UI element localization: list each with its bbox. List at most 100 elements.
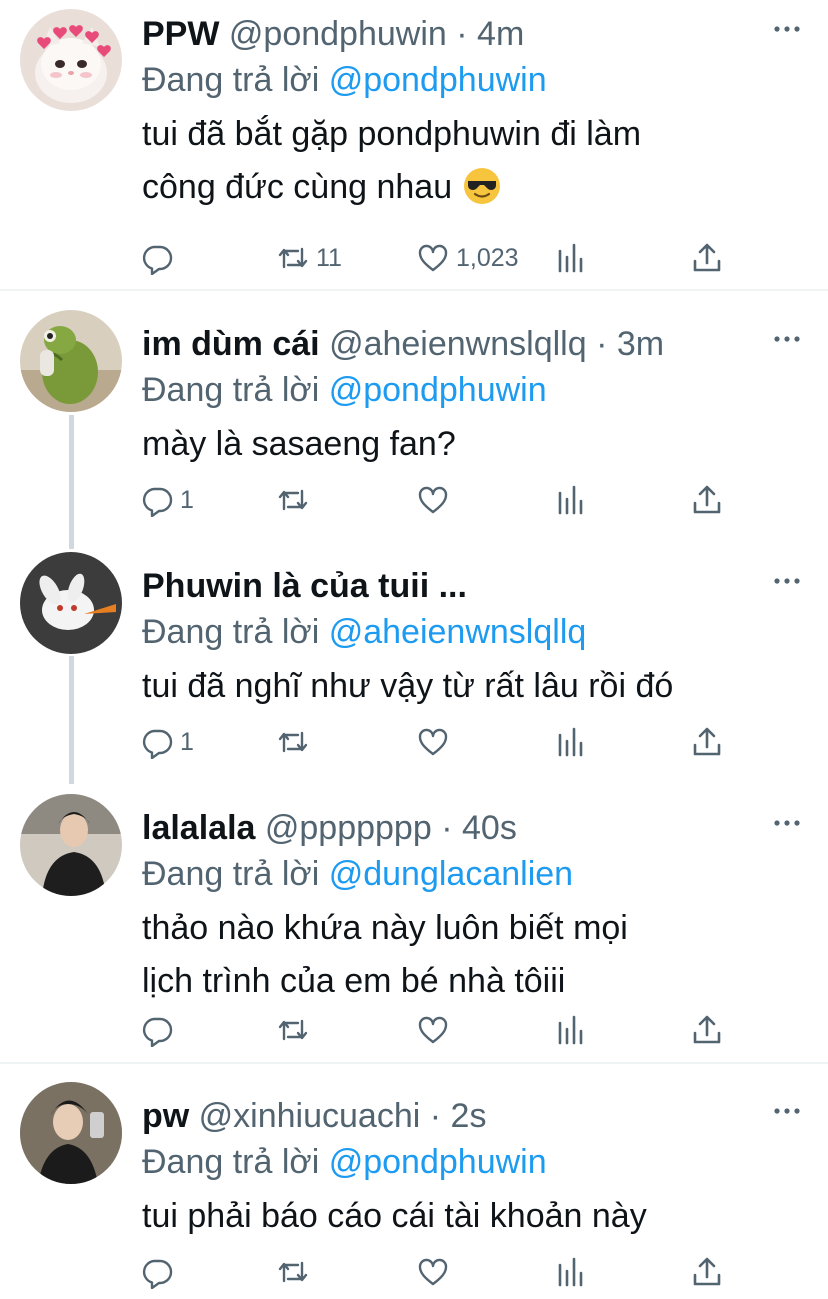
- display-name[interactable]: Phuwin là của tuii ...: [142, 567, 467, 605]
- views-chart-icon: [558, 243, 583, 273]
- display-name[interactable]: lalalala: [142, 809, 255, 847]
- views-button[interactable]: [554, 238, 588, 278]
- retweet-icon: [278, 1019, 308, 1041]
- avatar[interactable]: [20, 310, 122, 412]
- reply-prefix: Đang trả lời: [142, 855, 320, 893]
- share-button[interactable]: [690, 722, 724, 762]
- like-heart-icon: [418, 244, 448, 272]
- user-handle[interactable]: @xinhiucuachi: [199, 1097, 421, 1135]
- timestamp[interactable]: 2s: [451, 1097, 487, 1135]
- tweet[interactable]: pw @xinhiucuachi · 2s Đang trả lời @pond…: [0, 1082, 828, 1299]
- tweet-text-line-content: công đức cùng nhau: [142, 168, 453, 206]
- reply-button[interactable]: 1: [140, 722, 194, 762]
- more-dots-icon[interactable]: [772, 324, 802, 354]
- white-cat-with-hearts-avatar: [20, 9, 122, 111]
- mention-link[interactable]: @aheienwnslqllq: [329, 613, 587, 651]
- tweet[interactable]: Phuwin là của tuii ... Đang trả lời @ahe…: [0, 552, 828, 784]
- tweet-text-line: thảo nào khứa này luôn biết mọi: [142, 909, 628, 947]
- tweet-text: tui đã bắt gặp pondphuwin đi làm công đứ…: [142, 108, 792, 214]
- display-name[interactable]: im dùm cái: [142, 325, 320, 363]
- reply-prefix: Đang trả lời: [142, 371, 320, 409]
- separator: ·: [456, 15, 468, 53]
- views-button[interactable]: [554, 480, 588, 520]
- retweet-count: 11: [316, 243, 342, 272]
- views-button[interactable]: [554, 1252, 588, 1292]
- share-button[interactable]: [690, 1010, 724, 1050]
- display-name[interactable]: pw: [142, 1097, 189, 1135]
- like-button[interactable]: [416, 722, 456, 762]
- more-dots-icon[interactable]: [772, 566, 802, 596]
- like-button[interactable]: [416, 1010, 456, 1050]
- retweet-button[interactable]: [276, 480, 316, 520]
- display-name[interactable]: PPW: [142, 15, 219, 53]
- reply-prefix: Đang trả lời: [142, 61, 320, 99]
- share-icon: [693, 1015, 721, 1044]
- share-icon: [693, 1257, 721, 1286]
- mention-link[interactable]: @dunglacanlien: [329, 855, 573, 893]
- views-button[interactable]: [554, 722, 588, 762]
- tweet-actions: [140, 1252, 740, 1292]
- user-handle[interactable]: @aheienwnslqllq: [329, 325, 587, 363]
- more-dots-icon[interactable]: [772, 808, 802, 838]
- reply-button[interactable]: 1: [140, 480, 194, 520]
- person-mirror-selfie-avatar: [20, 1082, 122, 1184]
- retweet-button[interactable]: [276, 722, 316, 762]
- tweet-text: tui phải báo cáo cái tài khoản này: [142, 1190, 792, 1243]
- replying-to: Đang trả lời @aheienwnslqllq: [142, 610, 586, 654]
- tweet-text-line: tui đã bắt gặp pondphuwin đi làm: [142, 115, 642, 153]
- retweet-button[interactable]: 11: [276, 238, 342, 278]
- avatar[interactable]: [20, 552, 122, 654]
- user-handle[interactable]: @ppppppp: [265, 809, 432, 847]
- timestamp[interactable]: 3m: [617, 325, 664, 363]
- share-button[interactable]: [690, 238, 724, 278]
- timestamp[interactable]: 40s: [462, 809, 517, 847]
- retweet-icon: [278, 247, 308, 269]
- reply-button[interactable]: [140, 1010, 180, 1050]
- share-button[interactable]: [690, 1252, 724, 1292]
- tweet-header: lalalala @ppppppp · 40s: [142, 806, 758, 850]
- avatar[interactable]: [20, 1082, 122, 1184]
- more-dots-icon[interactable]: [772, 1096, 802, 1126]
- reply-prefix: Đang trả lời: [142, 613, 320, 651]
- more-dots-icon[interactable]: [772, 14, 802, 44]
- like-button[interactable]: 1,023: [416, 238, 519, 278]
- tweet-divider: [0, 1062, 828, 1064]
- tweet-text: thảo nào khứa này luôn biết mọi lịch trì…: [142, 902, 792, 1008]
- reply-button[interactable]: [140, 1252, 180, 1292]
- retweet-button[interactable]: [276, 1252, 316, 1292]
- views-chart-icon: [558, 485, 583, 515]
- share-icon: [693, 243, 721, 272]
- like-button[interactable]: [416, 480, 456, 520]
- tweet-actions: 11 1,023: [140, 238, 740, 278]
- retweet-button[interactable]: [276, 1010, 316, 1050]
- views-button[interactable]: [554, 1010, 588, 1050]
- timestamp[interactable]: 4m: [477, 15, 524, 53]
- like-button[interactable]: [416, 1252, 456, 1292]
- tweet[interactable]: PPW @pondphuwin · 4m Đang trả lời @pondp…: [0, 0, 828, 290]
- tweet-actions: 1: [140, 722, 740, 762]
- user-handle[interactable]: @pondphuwin: [229, 15, 447, 53]
- share-icon: [693, 485, 721, 514]
- tweet[interactable]: im dùm cái @aheienwnslqllq · 3m Đang trả…: [0, 310, 828, 542]
- sunglasses-face-emoji: [462, 166, 502, 206]
- tweet-actions: 1: [140, 480, 740, 520]
- avatar[interactable]: [20, 9, 122, 111]
- retweet-icon: [278, 1261, 308, 1283]
- share-icon: [693, 727, 721, 756]
- replying-to: Đang trả lời @dunglacanlien: [142, 852, 573, 896]
- person-in-black-coat-avatar: [20, 794, 122, 896]
- mention-link[interactable]: @pondphuwin: [329, 371, 547, 409]
- mention-link[interactable]: @pondphuwin: [329, 1143, 547, 1181]
- mention-link[interactable]: @pondphuwin: [329, 61, 547, 99]
- reply-count: 1: [180, 485, 194, 514]
- tweet[interactable]: lalalala @ppppppp · 40s Đang trả lời @du…: [0, 794, 828, 1060]
- share-button[interactable]: [690, 480, 724, 520]
- reply-icon: [142, 1259, 173, 1289]
- tweet-text-line: tui đã nghĩ như vậy từ rất lâu rồi đó: [142, 667, 674, 705]
- views-chart-icon: [558, 1015, 583, 1045]
- tweet-text-line: tui phải báo cáo cái tài khoản này: [142, 1197, 647, 1235]
- reply-icon: [142, 729, 173, 759]
- reply-button[interactable]: [140, 238, 180, 278]
- avatar[interactable]: [20, 794, 122, 896]
- like-count: 1,023: [456, 243, 519, 272]
